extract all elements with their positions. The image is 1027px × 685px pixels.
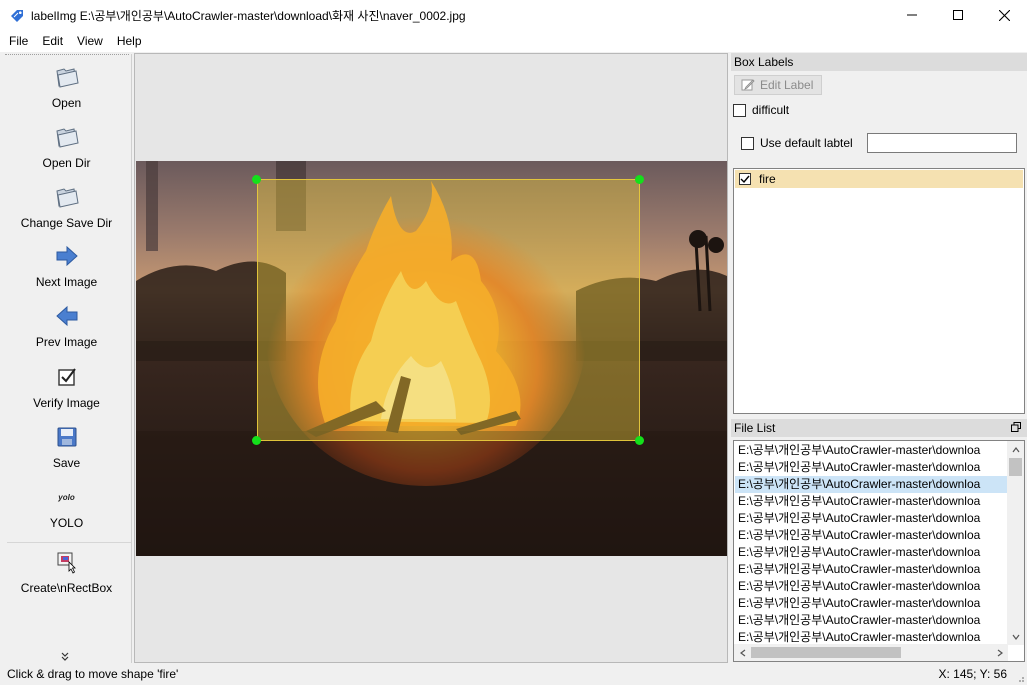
- file-list-item[interactable]: E:\공부\개인공부\AutoCrawler-master\downloa: [735, 612, 1007, 629]
- floppy-disk-icon: [57, 427, 76, 447]
- toolbar-grip[interactable]: [5, 54, 129, 55]
- change-save-dir-button[interactable]: Change Save Dir: [1, 176, 132, 236]
- yolo-button[interactable]: yolo YOLO: [1, 476, 132, 536]
- prev-image-button[interactable]: Prev Image: [1, 295, 132, 355]
- bbox-handle-top-left[interactable]: [252, 175, 261, 184]
- folder-open-icon: [55, 68, 79, 88]
- maximize-button[interactable]: [935, 0, 981, 30]
- use-default-label-text: Use default labtel: [760, 136, 853, 150]
- yolo-label: YOLO: [49, 516, 84, 530]
- menu-file[interactable]: File: [0, 30, 35, 52]
- vertical-scroll-thumb[interactable]: [1009, 458, 1022, 476]
- file-list-item[interactable]: E:\공부\개인공부\AutoCrawler-master\downloa: [735, 442, 1007, 459]
- label-item-text: fire: [759, 172, 776, 186]
- save-label: Save: [52, 456, 81, 470]
- create-rect-box-label: Create\nRectBox: [20, 581, 113, 595]
- menu-help[interactable]: Help: [110, 30, 149, 52]
- bbox-handle-bottom-left[interactable]: [252, 436, 261, 445]
- file-list[interactable]: E:\공부\개인공부\AutoCrawler-master\downloa E:…: [733, 440, 1025, 662]
- window-title: labelImg E:\공부\개인공부\AutoCrawler-master\d…: [31, 8, 466, 23]
- file-list-item[interactable]: E:\공부\개인공부\AutoCrawler-master\downloa: [735, 459, 1007, 476]
- main-toolbar: Open Open Dir Change Save Dir Next Image: [1, 54, 132, 663]
- create-rect-box-icon: [57, 552, 76, 574]
- scroll-down-icon[interactable]: [1007, 628, 1024, 645]
- menu-view[interactable]: View: [70, 30, 110, 52]
- status-message: Click & drag to move shape 'fire': [7, 667, 179, 681]
- check-icon: [740, 175, 750, 184]
- file-list-item[interactable]: E:\공부\개인공부\AutoCrawler-master\downloa: [735, 578, 1007, 595]
- save-button[interactable]: Save: [1, 416, 132, 476]
- open-label: Open: [51, 96, 82, 110]
- box-labels-title: Box Labels: [731, 53, 1027, 71]
- image-canvas[interactable]: [134, 53, 728, 663]
- close-button[interactable]: [981, 0, 1027, 30]
- status-bar: Click & drag to move shape 'fire' X: 145…: [0, 664, 1027, 685]
- yolo-format-icon: yolo: [58, 492, 75, 502]
- edit-label-button[interactable]: Edit Label: [734, 75, 822, 95]
- bounding-box-fire[interactable]: [257, 179, 640, 441]
- resize-grip-icon[interactable]: [1015, 673, 1025, 683]
- prev-image-label: Prev Image: [35, 335, 98, 349]
- bbox-handle-top-right[interactable]: [635, 175, 644, 184]
- file-list-item[interactable]: E:\공부\개인공부\AutoCrawler-master\downloa: [735, 544, 1007, 561]
- scroll-right-icon[interactable]: [991, 644, 1008, 661]
- horizontal-scroll-thumb[interactable]: [751, 647, 901, 658]
- title-bar: labelImg E:\공부\개인공부\AutoCrawler-master\d…: [0, 0, 1027, 30]
- file-list-item[interactable]: E:\공부\개인공부\AutoCrawler-master\downloa: [735, 493, 1007, 510]
- app-logo-icon: [11, 10, 23, 22]
- label-visibility-checkbox[interactable]: [739, 173, 751, 185]
- maximize-icon: [953, 10, 963, 20]
- change-save-dir-label: Change Save Dir: [20, 216, 113, 230]
- file-list-horizontal-scrollbar[interactable]: [734, 644, 1008, 661]
- file-list-item[interactable]: E:\공부\개인공부\AutoCrawler-master\downloa: [735, 510, 1007, 527]
- file-list-vertical-scrollbar[interactable]: [1007, 441, 1024, 645]
- use-default-label-checkbox-box[interactable]: [741, 136, 754, 150]
- open-dir-label: Open Dir: [42, 156, 91, 170]
- file-list-title-text: File List: [734, 421, 776, 435]
- difficult-checkbox-box[interactable]: [733, 103, 746, 117]
- edit-pencil-icon: [741, 79, 755, 91]
- scroll-left-icon[interactable]: [734, 644, 751, 661]
- open-dir-button[interactable]: Open Dir: [1, 116, 132, 176]
- right-dock-panel: Box Labels Edit Label difficult Use defa…: [731, 53, 1027, 663]
- close-icon: [998, 9, 1010, 21]
- label-list-item-fire[interactable]: fire: [735, 170, 1023, 188]
- cursor-coordinates: X: 145; Y: 56: [938, 667, 1007, 681]
- minimize-icon: [907, 14, 917, 16]
- label-list[interactable]: fire: [733, 168, 1025, 414]
- open-button[interactable]: Open: [1, 56, 132, 116]
- scroll-up-icon[interactable]: [1007, 441, 1024, 458]
- verify-image-label: Verify Image: [33, 396, 100, 410]
- arrow-left-icon: [55, 305, 77, 327]
- default-label-input[interactable]: [867, 133, 1017, 153]
- arrow-right-icon: [56, 245, 78, 267]
- menu-edit[interactable]: Edit: [35, 30, 70, 52]
- file-list-item[interactable]: E:\공부\개인공부\AutoCrawler-master\downloa: [735, 595, 1007, 612]
- bonfire-photo: [136, 161, 727, 556]
- difficult-label: difficult: [752, 103, 790, 117]
- next-image-label: Next Image: [35, 275, 98, 289]
- folder-open-icon: [55, 128, 79, 148]
- use-default-label-checkbox[interactable]: Use default labtel: [741, 136, 853, 150]
- difficult-checkbox[interactable]: difficult: [733, 103, 789, 117]
- file-list-item[interactable]: E:\공부\개인공부\AutoCrawler-master\downloa: [735, 527, 1007, 544]
- file-list-title: File List: [731, 419, 1027, 437]
- folder-open-icon: [55, 188, 79, 208]
- menu-bar: File Edit View Help: [0, 30, 1027, 52]
- file-list-item[interactable]: E:\공부\개인공부\AutoCrawler-master\downloa: [735, 561, 1007, 578]
- create-rect-box-button[interactable]: Create\nRectBox: [1, 541, 132, 606]
- edit-label-text: Edit Label: [760, 78, 814, 92]
- next-image-button[interactable]: Next Image: [1, 235, 132, 295]
- file-list-item-selected[interactable]: E:\공부\개인공부\AutoCrawler-master\downloa: [735, 476, 1007, 493]
- dock-float-icon[interactable]: [1011, 422, 1021, 432]
- verify-image-button[interactable]: Verify Image: [1, 356, 132, 416]
- checkbox-icon: [57, 368, 76, 386]
- minimize-button[interactable]: [889, 0, 935, 30]
- bbox-handle-bottom-right[interactable]: [635, 436, 644, 445]
